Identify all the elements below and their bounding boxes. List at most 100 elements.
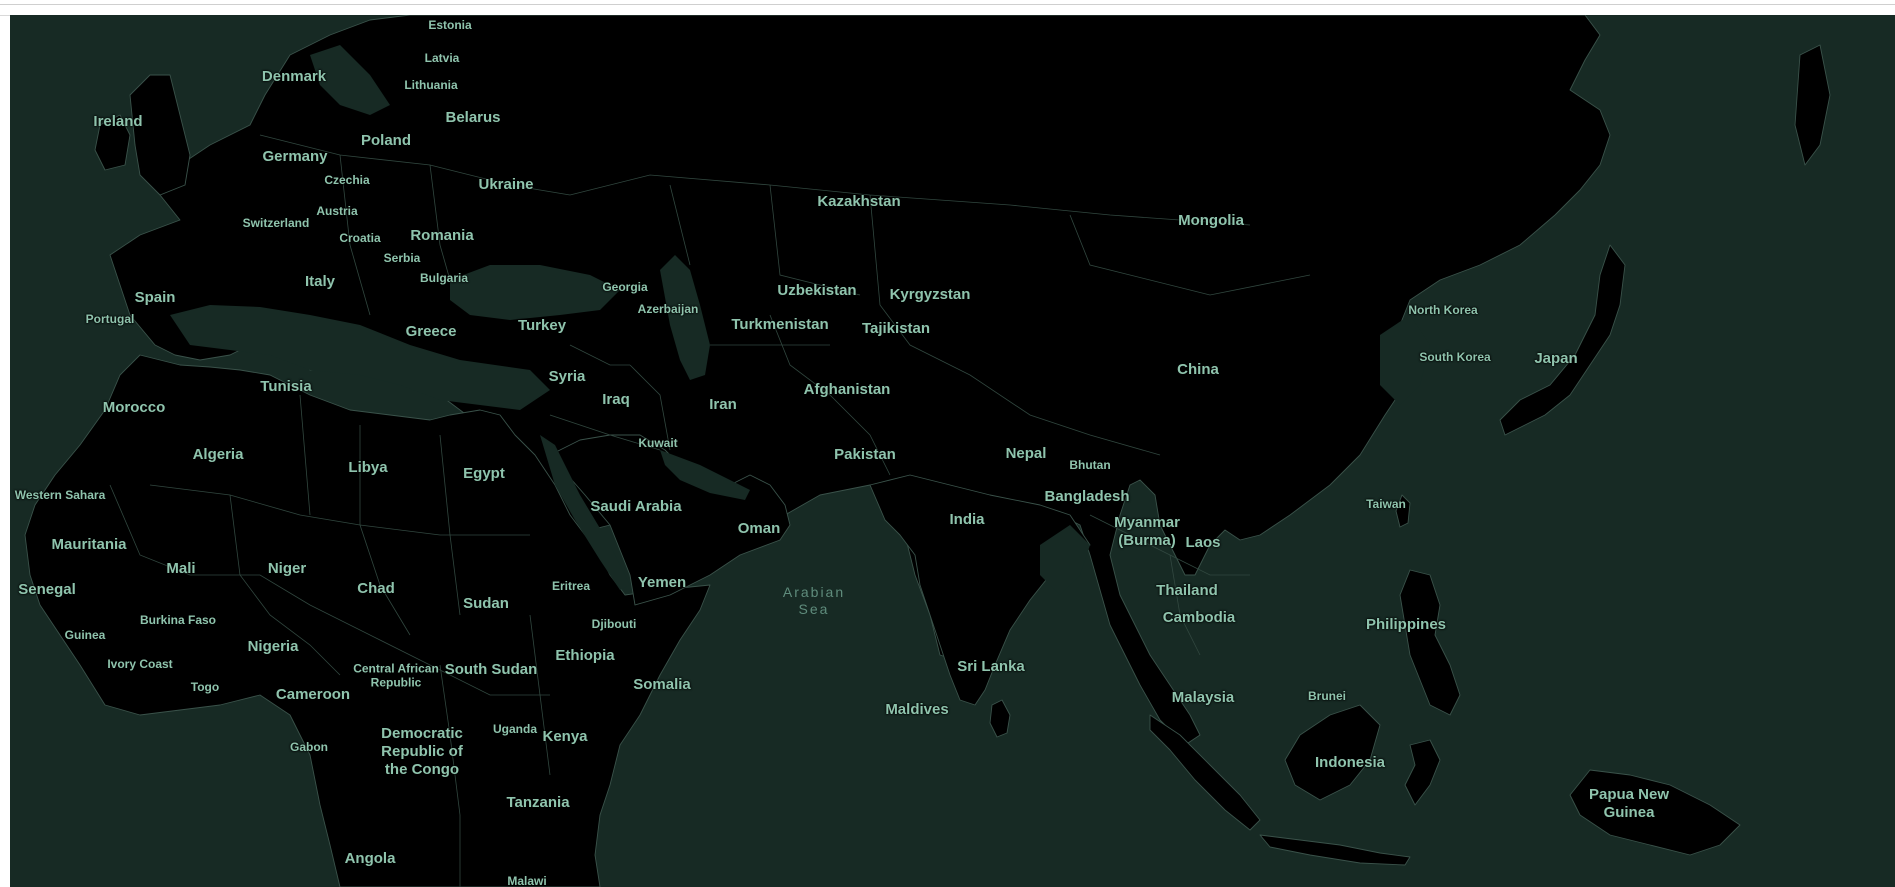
label-north-korea[interactable]: North Korea <box>1408 303 1477 317</box>
label-gabon[interactable]: Gabon <box>290 740 328 754</box>
label-pakistan[interactable]: Pakistan <box>834 446 896 464</box>
label-malaysia[interactable]: Malaysia <box>1172 689 1235 707</box>
label-kenya[interactable]: Kenya <box>542 728 587 746</box>
label-uzbekistan[interactable]: Uzbekistan <box>777 282 856 300</box>
label-kazakhstan[interactable]: Kazakhstan <box>817 193 900 211</box>
label-bhutan[interactable]: Bhutan <box>1069 458 1110 472</box>
label-arabian-sea: Arabian Sea <box>782 584 846 617</box>
label-oman[interactable]: Oman <box>738 520 781 538</box>
label-kuwait[interactable]: Kuwait <box>638 436 677 450</box>
label-croatia[interactable]: Croatia <box>339 231 380 245</box>
label-bangladesh[interactable]: Bangladesh <box>1044 488 1129 506</box>
label-indonesia[interactable]: Indonesia <box>1315 754 1385 772</box>
label-guinea[interactable]: Guinea <box>65 628 106 642</box>
label-belarus[interactable]: Belarus <box>445 109 500 127</box>
label-democratic-republic-of-the-congo[interactable]: Democratic Republic of the Congo <box>381 725 463 779</box>
label-djibouti[interactable]: Djibouti <box>592 617 637 631</box>
landmass-britain <box>129 74 191 196</box>
label-nigeria[interactable]: Nigeria <box>248 638 299 656</box>
label-spain[interactable]: Spain <box>135 289 176 307</box>
label-laos[interactable]: Laos <box>1185 534 1220 552</box>
label-afghanistan[interactable]: Afghanistan <box>804 381 891 399</box>
label-bulgaria[interactable]: Bulgaria <box>420 271 468 285</box>
landmass-japan <box>1499 244 1626 436</box>
landmass-borneo <box>1284 704 1381 801</box>
label-western-sahara[interactable]: Western Sahara <box>15 488 106 502</box>
label-cameroon[interactable]: Cameroon <box>276 686 350 704</box>
label-cambodia[interactable]: Cambodia <box>1163 609 1236 627</box>
label-uganda[interactable]: Uganda <box>493 722 537 736</box>
label-serbia[interactable]: Serbia <box>384 251 421 265</box>
label-saudi-arabia[interactable]: Saudi Arabia <box>590 498 681 516</box>
label-kyrgyzstan[interactable]: Kyrgyzstan <box>890 286 971 304</box>
label-mali[interactable]: Mali <box>166 560 195 578</box>
label-iraq[interactable]: Iraq <box>602 391 630 409</box>
label-italy[interactable]: Italy <box>305 273 335 291</box>
landmass-sri-lanka <box>989 699 1011 738</box>
label-yemen[interactable]: Yemen <box>638 574 686 592</box>
label-senegal[interactable]: Senegal <box>18 581 76 599</box>
label-latvia[interactable]: Latvia <box>425 51 460 65</box>
label-brunei[interactable]: Brunei <box>1308 689 1346 703</box>
label-morocco[interactable]: Morocco <box>103 399 166 417</box>
label-portugal[interactable]: Portugal <box>86 312 135 326</box>
label-togo[interactable]: Togo <box>191 680 219 694</box>
label-sudan[interactable]: Sudan <box>463 595 509 613</box>
label-mauritania[interactable]: Mauritania <box>51 536 126 554</box>
label-central-african-republic[interactable]: Central African Republic <box>353 662 439 691</box>
map-canvas[interactable]: Estonia Latvia Lithuania Denmark Ireland… <box>10 15 1895 887</box>
label-china[interactable]: China <box>1177 361 1219 379</box>
label-estonia[interactable]: Estonia <box>428 18 471 32</box>
label-chad[interactable]: Chad <box>357 580 395 598</box>
label-syria[interactable]: Syria <box>549 368 586 386</box>
landmass-philippines <box>1399 569 1461 716</box>
label-philippines[interactable]: Philippines <box>1366 616 1446 634</box>
label-iran[interactable]: Iran <box>709 396 737 414</box>
label-germany[interactable]: Germany <box>262 148 327 166</box>
label-libya[interactable]: Libya <box>348 459 387 477</box>
label-papua-new-guinea[interactable]: Papua New Guinea <box>1589 786 1669 822</box>
label-lithuania[interactable]: Lithuania <box>404 78 457 92</box>
label-thailand[interactable]: Thailand <box>1156 582 1218 600</box>
label-tunisia[interactable]: Tunisia <box>260 378 311 396</box>
label-south-sudan[interactable]: South Sudan <box>445 661 538 679</box>
label-myanmar[interactable]: Myanmar (Burma) <box>1114 514 1180 550</box>
label-switzerland[interactable]: Switzerland <box>243 216 310 230</box>
label-taiwan[interactable]: Taiwan <box>1366 497 1406 511</box>
label-ukraine[interactable]: Ukraine <box>478 176 533 194</box>
landmass-sulawesi <box>1404 739 1441 806</box>
label-azerbaijan[interactable]: Azerbaijan <box>638 302 699 316</box>
label-ethiopia[interactable]: Ethiopia <box>555 647 614 665</box>
label-eritrea[interactable]: Eritrea <box>552 579 590 593</box>
label-czechia[interactable]: Czechia <box>324 173 369 187</box>
label-somalia[interactable]: Somalia <box>633 676 691 694</box>
label-sri-lanka[interactable]: Sri Lanka <box>957 658 1025 676</box>
label-algeria[interactable]: Algeria <box>193 446 244 464</box>
label-mongolia[interactable]: Mongolia <box>1178 212 1244 230</box>
label-greece[interactable]: Greece <box>406 323 457 341</box>
label-india[interactable]: India <box>949 511 984 529</box>
label-ireland[interactable]: Ireland <box>93 113 142 131</box>
landmass-sakhalin <box>1794 44 1831 166</box>
top-toolbar-strip <box>0 0 1895 16</box>
label-japan[interactable]: Japan <box>1534 350 1577 368</box>
label-denmark[interactable]: Denmark <box>262 68 326 86</box>
label-tanzania[interactable]: Tanzania <box>506 794 569 812</box>
label-poland[interactable]: Poland <box>361 132 411 150</box>
label-niger[interactable]: Niger <box>268 560 306 578</box>
label-turkmenistan[interactable]: Turkmenistan <box>731 316 828 334</box>
label-burkina-faso[interactable]: Burkina Faso <box>140 613 216 627</box>
label-maldives[interactable]: Maldives <box>885 701 948 719</box>
label-austria[interactable]: Austria <box>316 204 357 218</box>
label-south-korea[interactable]: South Korea <box>1419 350 1490 364</box>
label-egypt[interactable]: Egypt <box>463 465 505 483</box>
label-romania[interactable]: Romania <box>410 227 473 245</box>
label-nepal[interactable]: Nepal <box>1006 445 1047 463</box>
label-angola[interactable]: Angola <box>345 850 396 868</box>
label-ivory-coast[interactable]: Ivory Coast <box>107 657 172 671</box>
label-malawi[interactable]: Malawi <box>507 874 546 887</box>
label-georgia[interactable]: Georgia <box>602 280 647 294</box>
map-tiles[interactable] <box>10 15 1895 887</box>
label-tajikistan[interactable]: Tajikistan <box>862 320 930 338</box>
label-turkey[interactable]: Turkey <box>518 317 566 335</box>
